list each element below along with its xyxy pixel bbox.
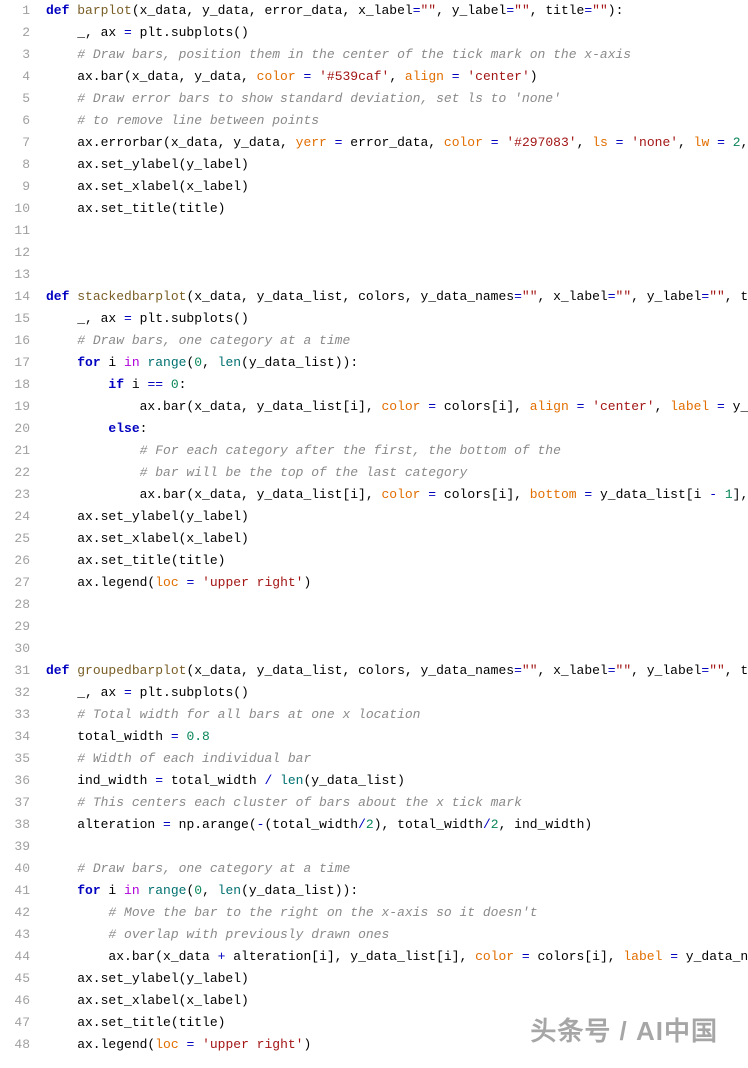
line-number: 20 [0,418,30,440]
line-number: 11 [0,220,30,242]
code-line: for i in range(0, len(y_data_list)): [46,880,748,902]
line-number: 46 [0,990,30,1012]
code-line: alteration = np.arange(-(total_width/2),… [46,814,748,836]
line-number: 42 [0,902,30,924]
code-line: ax.set_xlabel(x_label) [46,176,748,198]
code-line: ax.set_xlabel(x_label) [46,528,748,550]
line-number: 17 [0,352,30,374]
line-number: 12 [0,242,30,264]
code-line: total_width = 0.8 [46,726,748,748]
line-number: 33 [0,704,30,726]
code-line: def stackedbarplot(x_data, y_data_list, … [46,286,748,308]
line-number: 8 [0,154,30,176]
code-line [46,594,748,616]
code-line: # overlap with previously drawn ones [46,924,748,946]
line-number: 29 [0,616,30,638]
line-number: 39 [0,836,30,858]
code-line [46,638,748,660]
code-line: ax.set_ylabel(y_label) [46,968,748,990]
line-number: 45 [0,968,30,990]
code-line: # Total width for all bars at one x loca… [46,704,748,726]
code-line: ax.bar(x_data, y_data_list[i], color = c… [46,484,748,506]
line-number: 26 [0,550,30,572]
code-line: if i == 0: [46,374,748,396]
line-number: 7 [0,132,30,154]
code-line: ax.bar(x_data, y_data_list[i], color = c… [46,396,748,418]
code-viewer: 1234567891011121314151617181920212223242… [0,0,748,1056]
code-line [46,242,748,264]
watermark-text: 头条号 / AI中国 [530,1011,718,1048]
line-number: 43 [0,924,30,946]
code-line [46,220,748,242]
code-line: ax.set_xlabel(x_label) [46,990,748,1012]
line-number: 24 [0,506,30,528]
line-number: 3 [0,44,30,66]
code-line [46,616,748,638]
code-line: ax.set_title(title) [46,198,748,220]
line-number: 35 [0,748,30,770]
line-number: 5 [0,88,30,110]
code-line [46,264,748,286]
line-number: 25 [0,528,30,550]
code-lines: def barplot(x_data, y_data, error_data, … [38,0,748,1056]
code-line: # This centers each cluster of bars abou… [46,792,748,814]
line-number: 14 [0,286,30,308]
code-line: # to remove line between points [46,110,748,132]
code-line: _, ax = plt.subplots() [46,22,748,44]
line-number: 34 [0,726,30,748]
line-number: 6 [0,110,30,132]
code-line: # Draw bars, position them in the center… [46,44,748,66]
code-line: ax.bar(x_data + alteration[i], y_data_li… [46,946,748,968]
code-line: def barplot(x_data, y_data, error_data, … [46,0,748,22]
code-line: for i in range(0, len(y_data_list)): [46,352,748,374]
code-line: # Width of each individual bar [46,748,748,770]
code-line: ind_width = total_width / len(y_data_lis… [46,770,748,792]
line-number: 48 [0,1034,30,1056]
line-number: 36 [0,770,30,792]
line-number: 28 [0,594,30,616]
code-line: # bar will be the top of the last catego… [46,462,748,484]
line-number: 2 [0,22,30,44]
code-line: ax.errorbar(x_data, y_data, yerr = error… [46,132,748,154]
code-line: else: [46,418,748,440]
line-number: 40 [0,858,30,880]
line-number: 16 [0,330,30,352]
code-line: ax.set_ylabel(y_label) [46,506,748,528]
line-number: 41 [0,880,30,902]
code-line: # Move the bar to the right on the x-axi… [46,902,748,924]
code-line: _, ax = plt.subplots() [46,308,748,330]
line-number: 1 [0,0,30,22]
line-number: 38 [0,814,30,836]
code-line: def groupedbarplot(x_data, y_data_list, … [46,660,748,682]
line-number: 37 [0,792,30,814]
code-line: ax.legend(loc = 'upper right') [46,572,748,594]
line-number: 9 [0,176,30,198]
code-line: # Draw error bars to show standard devia… [46,88,748,110]
line-number: 47 [0,1012,30,1034]
line-number: 21 [0,440,30,462]
line-number: 30 [0,638,30,660]
line-number: 31 [0,660,30,682]
code-line: ax.set_ylabel(y_label) [46,154,748,176]
line-number: 19 [0,396,30,418]
line-number: 4 [0,66,30,88]
line-number-gutter: 1234567891011121314151617181920212223242… [0,0,38,1056]
line-number: 10 [0,198,30,220]
line-number: 44 [0,946,30,968]
code-line: _, ax = plt.subplots() [46,682,748,704]
code-line: ax.set_title(title) [46,550,748,572]
code-line: # Draw bars, one category at a time [46,858,748,880]
line-number: 22 [0,462,30,484]
line-number: 32 [0,682,30,704]
line-number: 23 [0,484,30,506]
code-line: # Draw bars, one category at a time [46,330,748,352]
line-number: 13 [0,264,30,286]
code-line [46,836,748,858]
line-number: 15 [0,308,30,330]
code-line: ax.bar(x_data, y_data, color = '#539caf'… [46,66,748,88]
line-number: 18 [0,374,30,396]
line-number: 27 [0,572,30,594]
code-line: # For each category after the first, the… [46,440,748,462]
